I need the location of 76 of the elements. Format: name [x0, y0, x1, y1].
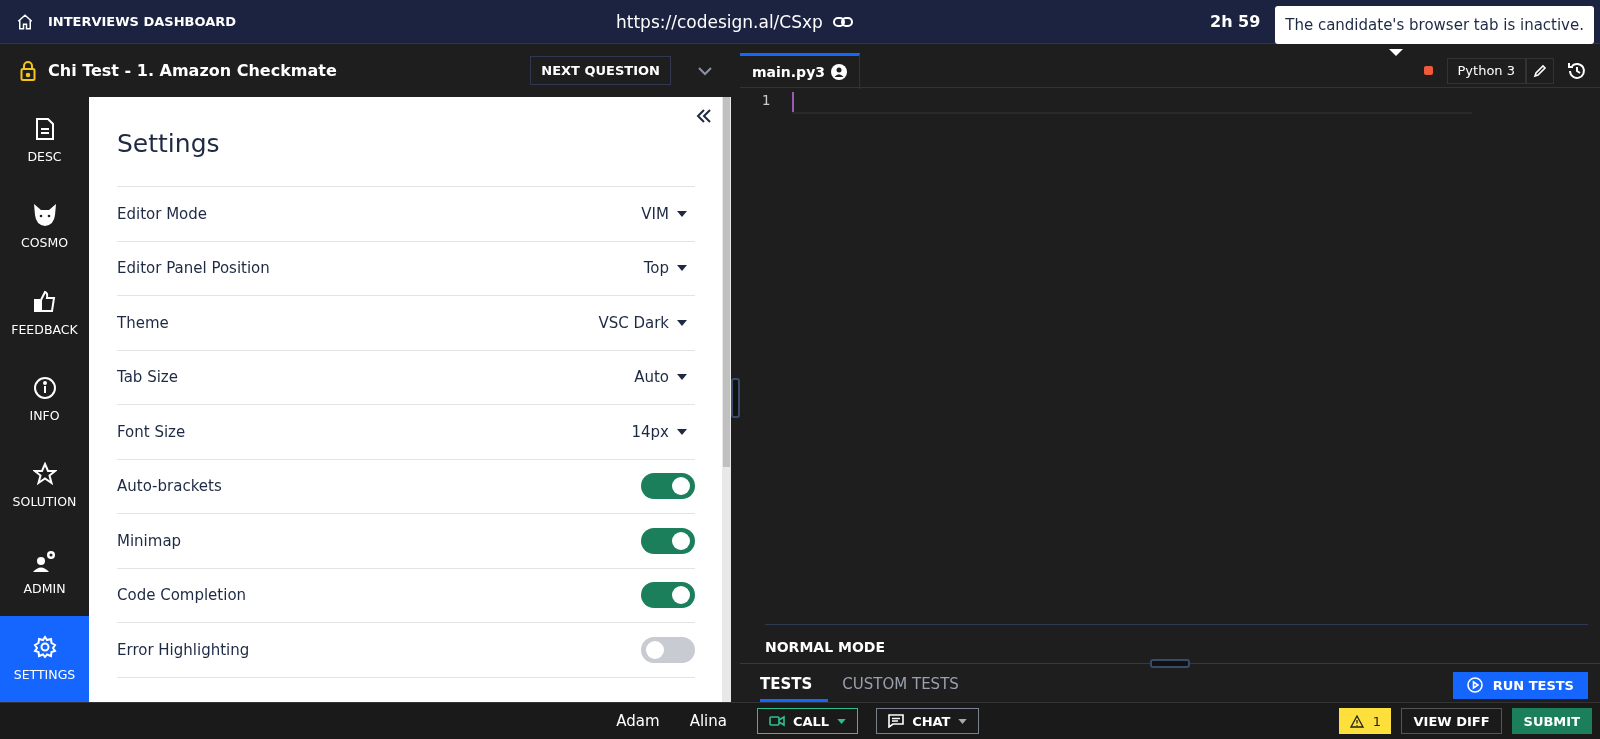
- scrollbar[interactable]: [722, 97, 731, 702]
- file-tab[interactable]: main.py3: [740, 52, 860, 89]
- document-icon: [34, 116, 55, 141]
- resize-handle[interactable]: [1150, 659, 1190, 668]
- setting-dropdown[interactable]: 14px: [631, 422, 695, 441]
- tooltip-pointer-icon: [1389, 49, 1403, 56]
- home-icon[interactable]: [16, 12, 34, 31]
- toggle-switch[interactable]: [641, 473, 695, 500]
- setting-label: Font Size: [117, 422, 186, 441]
- play-icon: [1466, 677, 1483, 693]
- sidebar-item[interactable]: ADMIN: [0, 529, 89, 616]
- run-tests-button[interactable]: RUN TESTS: [1452, 671, 1588, 699]
- tooltip: The candidate's browser tab is inactive.: [1275, 6, 1594, 44]
- setting-label: Code Completion: [117, 586, 247, 605]
- setting-dropdown[interactable]: VSC Dark: [598, 313, 695, 332]
- language-selector[interactable]: Python 3: [1446, 57, 1526, 84]
- line-number: 1: [761, 92, 771, 108]
- chat-icon: [888, 714, 905, 728]
- setting-label: Theme: [117, 313, 169, 332]
- caret-icon: [677, 319, 687, 326]
- submit-button[interactable]: SUBMIT: [1511, 708, 1592, 734]
- setting-label: Auto-brackets: [117, 477, 222, 496]
- toggle-switch[interactable]: [641, 582, 695, 609]
- setting-label: Editor Panel Position: [117, 259, 270, 278]
- caret-icon: [677, 428, 687, 435]
- setting-label: Error Highlighting: [117, 640, 250, 659]
- view-diff-button[interactable]: VIEW DIFF: [1401, 708, 1502, 734]
- collapse-icon[interactable]: [696, 109, 712, 123]
- dashboard-link[interactable]: INTERVIEWS DASHBOARD: [48, 14, 237, 29]
- toggle-switch[interactable]: [641, 636, 695, 663]
- vim-mode-label: NORMAL MODE: [765, 639, 885, 655]
- caret-icon: [677, 210, 687, 217]
- thumbs-up-icon: [32, 289, 57, 314]
- setting-dropdown[interactable]: VIM: [641, 204, 695, 223]
- user-icon: [831, 64, 847, 80]
- chat-button[interactable]: CHAT: [876, 708, 980, 734]
- info-icon: [32, 375, 57, 400]
- setting-label: Minimap: [117, 531, 182, 550]
- warning-icon: [1349, 714, 1364, 728]
- participant-name: Alina: [689, 712, 727, 730]
- sidebar-item[interactable]: DESC: [0, 97, 89, 184]
- pencil-icon: [1533, 63, 1547, 78]
- status-indicator: [1423, 66, 1433, 75]
- caret-icon: [958, 718, 968, 724]
- caret-icon: [677, 374, 687, 381]
- test-tab[interactable]: CUSTOM TESTS: [842, 675, 975, 702]
- settings-icon: [32, 635, 57, 660]
- setting-dropdown[interactable]: Auto: [634, 368, 695, 387]
- sidebar-item[interactable]: SOLUTION: [0, 442, 89, 530]
- edit-button[interactable]: [1526, 57, 1554, 84]
- next-question-button[interactable]: NEXT QUESTION: [530, 56, 671, 85]
- sidebar-item[interactable]: SETTINGS: [0, 615, 89, 702]
- caret-icon: [677, 265, 687, 272]
- caret-icon: [837, 718, 847, 724]
- setting-label: Tab Size: [117, 368, 178, 387]
- call-button[interactable]: CALL: [756, 708, 859, 734]
- resize-handle[interactable]: [731, 378, 740, 418]
- session-url: https://codesign.al/CSxp: [616, 11, 823, 32]
- question-title: Chi Test - 1. Amazon Checkmate: [48, 61, 338, 80]
- chevron-down-icon[interactable]: [697, 65, 713, 76]
- setting-label: Editor Mode: [117, 204, 208, 223]
- sidebar-item[interactable]: FEEDBACK: [0, 269, 89, 357]
- lock-icon: [20, 59, 36, 82]
- sidebar-item[interactable]: COSMO: [0, 183, 89, 270]
- sidebar-item[interactable]: INFO: [0, 356, 89, 443]
- participant-name: Adam: [616, 712, 660, 730]
- setting-dropdown[interactable]: Top: [643, 259, 695, 278]
- fox-icon: [31, 203, 58, 228]
- user-gear-icon: [31, 548, 58, 573]
- timer: 2h 59: [1210, 12, 1261, 31]
- star-icon: [32, 462, 57, 487]
- settings-title: Settings: [117, 129, 221, 158]
- link-icon[interactable]: [832, 15, 853, 28]
- warning-button[interactable]: 1: [1339, 708, 1392, 734]
- video-icon: [768, 715, 785, 727]
- toggle-switch[interactable]: [641, 527, 695, 554]
